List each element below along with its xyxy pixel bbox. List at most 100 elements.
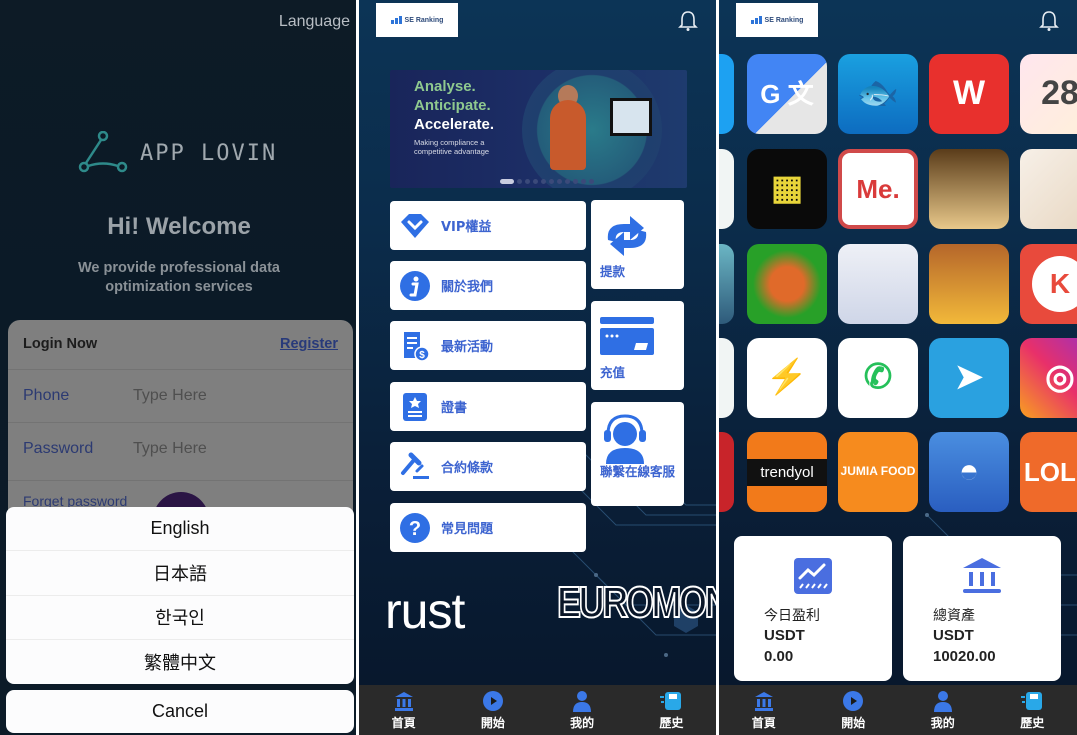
app-icon-carrot-game[interactable] (747, 244, 827, 324)
carousel-dot[interactable] (573, 179, 578, 184)
trend-chart-icon (794, 558, 832, 594)
app-icon-google-translate[interactable]: G 文 (747, 54, 827, 134)
login-card-header: Login Now Register (8, 320, 353, 370)
play-icon (843, 691, 864, 711)
tab-start[interactable]: 開始 (809, 685, 899, 735)
login-title: Login Now (23, 336, 98, 352)
tab-history[interactable]: 歷史 (988, 685, 1077, 735)
withdraw-label: 提款 (600, 264, 626, 279)
menu-item-about[interactable]: 關於我們 (390, 261, 586, 310)
app-glyph: Me. (856, 173, 900, 204)
tab-label: 歷史 (659, 716, 684, 730)
carousel-dot[interactable] (589, 179, 594, 184)
total-assets-card: 總資產 USDT 10020.00 (903, 536, 1061, 681)
triangle-network-icon (78, 131, 128, 173)
carousel-dot[interactable] (565, 179, 570, 184)
app-icon-unknown-red[interactable] (719, 432, 734, 512)
stat-currency: USDT (764, 627, 805, 644)
app-glyph: 🐟 (856, 74, 900, 113)
app-icon-instagram[interactable]: ◎ (1020, 338, 1077, 418)
promo-banner-carousel[interactable]: Analyse. Anticipate. Accelerate. Making … (390, 70, 687, 188)
app-icon-jumia-food[interactable]: JUMIA FOOD (838, 432, 918, 512)
app-icon-unknown[interactable] (719, 338, 734, 418)
stat-value: 0.00 (764, 648, 794, 665)
carousel-dot[interactable] (541, 179, 546, 184)
banner-line-3: Accelerate. (414, 116, 495, 133)
app-icon-fishdom[interactable]: 🐟 (838, 54, 918, 134)
language-option-korean[interactable]: 한국인 (6, 596, 354, 640)
tab-mine[interactable]: 我的 (538, 685, 627, 735)
tab-start[interactable]: 開始 (448, 685, 537, 735)
register-link[interactable]: Register (280, 336, 338, 352)
carousel-dot[interactable] (525, 179, 530, 184)
welcome-subtitle: We provide professional data optimizatio… (0, 259, 356, 297)
menu-item-label: 關於我們 (441, 280, 494, 295)
withdraw-card[interactable]: 提款 (591, 200, 684, 289)
app-icon-block-puzzle[interactable]: ▦ (747, 149, 827, 229)
info-icon (400, 270, 430, 301)
carousel-dot[interactable] (533, 179, 538, 184)
app-glyph: ◎ (1045, 358, 1075, 397)
menu-item-contract-terms[interactable]: 合約條款 (390, 442, 586, 491)
menu-item-events[interactable]: $ 最新活動 (390, 321, 586, 370)
tab-label: 歷史 (1020, 716, 1045, 730)
carousel-dot[interactable] (517, 179, 522, 184)
gavel-icon (401, 452, 429, 479)
carousel-dot[interactable] (557, 179, 562, 184)
logo-text: APP LOVIN (140, 140, 278, 166)
carousel-dot[interactable] (500, 179, 514, 184)
app-icon-pokemon-go[interactable]: ◓ (929, 432, 1009, 512)
language-option-english[interactable]: English (6, 507, 354, 552)
customer-service-card[interactable]: 聯繫在線客服 (591, 402, 684, 506)
app-glyph: G 文 (760, 78, 814, 109)
password-input[interactable] (133, 437, 323, 461)
brand-logo: SE Ranking (376, 3, 458, 37)
app-glyph: ➤ (954, 358, 984, 397)
recharge-card[interactable]: 充值 (591, 301, 684, 390)
recharge-label: 充值 (600, 365, 626, 380)
app-glyph: JUMIA FOOD (840, 464, 916, 479)
app-icon-trendyol[interactable]: trendyol (747, 432, 827, 512)
language-option-traditional-chinese[interactable]: 繁體中文 (6, 640, 354, 684)
tab-label: 我的 (570, 716, 595, 730)
app-icon-anime-girl[interactable] (929, 149, 1009, 229)
bell-icon[interactable] (1039, 10, 1059, 32)
carousel-dot[interactable] (581, 179, 586, 184)
menu-item-vip[interactable]: VIP權益 (390, 201, 586, 250)
phone-input[interactable] (133, 384, 323, 408)
app-icon-genshin-impact[interactable] (838, 244, 918, 324)
bell-icon[interactable] (678, 10, 698, 32)
app-icon-me[interactable]: Me. (838, 149, 918, 229)
bar-chart-icon (390, 16, 402, 24)
login-screen: Language APP LOVIN Hi! Welcome We provid… (0, 0, 356, 735)
app-icon-widgets[interactable]: 28 (1020, 54, 1077, 134)
app-icon-worms[interactable] (1020, 149, 1077, 229)
credit-card-icon (600, 317, 654, 355)
tab-history[interactable]: 歷史 (627, 685, 716, 735)
menu-item-label: 常見問題 (441, 522, 494, 537)
menu-item-faq[interactable]: ? 常見問題 (390, 503, 586, 552)
app-icon-kinemaster[interactable]: K (1020, 244, 1077, 324)
tab-home[interactable]: 首頁 (719, 685, 809, 735)
app-icon-clash-of-clans[interactable] (929, 244, 1009, 324)
tab-mine[interactable]: 我的 (898, 685, 988, 735)
app-icon-twitter[interactable] (719, 54, 734, 134)
tab-home[interactable]: 首頁 (359, 685, 448, 735)
menu-item-certificate[interactable]: 證書 (390, 382, 586, 431)
app-icon-messenger[interactable]: ⚡ (747, 338, 827, 418)
app-icon-whatsapp[interactable]: ✆ (838, 338, 918, 418)
app-icon-lolo[interactable]: LOLO (1020, 432, 1077, 512)
carousel-dot[interactable] (549, 179, 554, 184)
menu-item-label: 合約條款 (441, 461, 494, 476)
language-link[interactable]: Language (279, 13, 350, 31)
app-icon-unknown-hero[interactable] (719, 244, 734, 324)
tab-label: 開始 (841, 716, 866, 730)
menu-item-label: 最新活動 (441, 340, 494, 355)
app-icon-telegram[interactable]: ➤ (929, 338, 1009, 418)
cancel-button[interactable]: Cancel (6, 690, 354, 733)
app-icon-wps-office[interactable]: W (929, 54, 1009, 134)
menu-item-label: VIP權益 (441, 220, 492, 235)
app-icon-unknown[interactable] (719, 149, 734, 229)
diamond-icon (401, 213, 429, 238)
language-option-japanese[interactable]: 日本語 (6, 551, 354, 596)
